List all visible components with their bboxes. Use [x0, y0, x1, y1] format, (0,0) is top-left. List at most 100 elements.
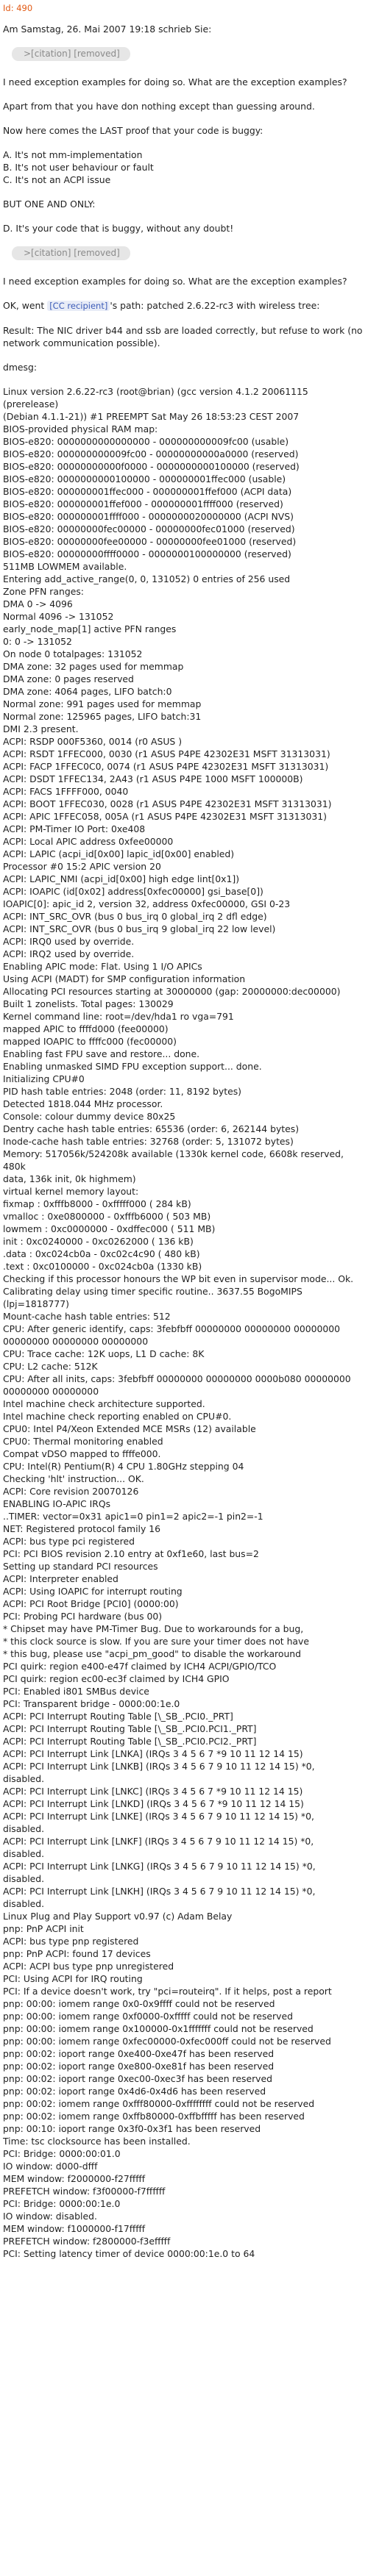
intro-line: Am Samstag, 26. Mai 2007 19:18 schrieb S…: [3, 24, 212, 35]
log-line: Memory: 517056k/524208k available (1330k…: [3, 1148, 347, 1172]
log-line: ACPI: FACP 1FFEC0C0, 0074 (r1 ASUS P4PE …: [3, 761, 329, 772]
log-line: Built 1 zonelists. Total pages: 130029: [3, 998, 174, 1009]
log-line: PCI: Using ACPI for IRQ routing: [3, 1973, 143, 1984]
log-line: ACPI: Core revision 20070126: [3, 1486, 139, 1497]
log-line: pnp: PnP ACPI: found 17 devices: [3, 1948, 151, 1959]
log-line: Detected 1818.044 MHz processor.: [3, 1098, 163, 1109]
log-line: Enabling APIC mode: Flat. Using 1 I/O AP…: [3, 961, 202, 972]
log-line: BIOS-provided physical RAM map:: [3, 423, 158, 434]
log-line: On node 0 totalpages: 131052: [3, 648, 143, 659]
log-line: MEM window: f1000000-f17fffff: [3, 2223, 146, 2234]
log-line: PCI: If a device doesn't work, try "pci=…: [3, 1986, 332, 1997]
log-line: ACPI: PCI Interrupt Link [LNKC] (IRQs 3 …: [3, 1786, 303, 1797]
log-line: pnp: 00:02: ioport range 0xec00-0xec3f h…: [3, 2073, 272, 2084]
log-line: CPU: Intel(R) Pentium(R) 4 CPU 1.80GHz s…: [3, 1461, 244, 1472]
paragraph: I need exception examples for doing so. …: [3, 276, 347, 287]
log-line: IO window: d000-dfff: [3, 2161, 98, 2172]
log-line: ACPI: IRQ2 used by override.: [3, 948, 135, 959]
log-line: Linux Plug and Play Support v0.97 (c) Ad…: [3, 1911, 233, 1922]
log-line: BIOS-e820: 00000000fec00000 - 00000000fe…: [3, 523, 295, 534]
log-line: ACPI: PCI Interrupt Link [LNKB] (IRQs 3 …: [3, 1761, 315, 1772]
log-line: ACPI: PCI Interrupt Routing Table [\_SB_…: [3, 1723, 257, 1734]
log-line: Entering add_active_range(0, 0, 131052) …: [3, 573, 291, 584]
log-line: PCI: Probing PCI hardware (bus 00): [3, 1611, 163, 1622]
log-line: BIOS-e820: 0000000000100000 - 000000001f…: [3, 473, 286, 484]
log-line: .text : 0xc0100000 - 0xc024cb0a (1330 kB…: [3, 1261, 202, 1272]
log-line: IOAPIC[0]: apic_id 2, version 32, addres…: [3, 898, 291, 909]
log-line: Kernel command line: root=/dev/hda1 ro v…: [3, 1011, 234, 1022]
log-line: ACPI: LAPIC_NMI (acpi_id[0x00] high edge…: [3, 873, 240, 884]
log-line: virtual kernel memory layout:: [3, 1186, 139, 1197]
log-line: DMA zone: 32 pages used for memmap: [3, 661, 184, 672]
paragraph: I need exception examples for doing so. …: [3, 76, 347, 87]
paragraph: Now here comes the LAST proof that your …: [3, 125, 263, 136]
log-line: DMA zone: 4064 pages, LIFO batch:0: [3, 686, 172, 697]
log-line: mapped APIC to ffffd000 (fee00000): [3, 1023, 169, 1034]
log-line: ACPI: FACS 1FFFF000, 0040: [3, 786, 129, 797]
log-line: ACPI: PCI Interrupt Routing Table [\_SB_…: [3, 1711, 233, 1722]
log-line: Linux version 2.6.22-rc3 (root@brian) (g…: [3, 386, 311, 409]
log-line: PCI: PCI BIOS revision 2.10 entry at 0xf…: [3, 1548, 259, 1559]
log-line: ACPI: LAPIC (acpi_id[0x00] lapic_id[0x00…: [3, 848, 235, 859]
log-line: PCI: Bridge: 0000:00:1e.0: [3, 2198, 121, 2209]
log-line: ACPI: APIC 1FFEC058, 005A (r1 ASUS P4PE …: [3, 811, 327, 822]
log-line: Console: colour dummy device 80x25: [3, 1111, 176, 1122]
log-line: * Chipset may have PM-Timer Bug. Due to …: [3, 1623, 304, 1634]
log-line: pnp: 00:00: iomem range 0x0-0x9ffff coul…: [3, 1998, 275, 2009]
log-line: CPU0: Intel P4/Xeon Extended MCE MSRs (1…: [3, 1423, 256, 1434]
log-line: Using ACPI (MADT) for SMP configuration …: [3, 973, 246, 984]
log-line: PCI quirk: region ec00-ec3f claimed by I…: [3, 1673, 230, 1684]
log-line: pnp: 00:00: iomem range 0xfec00000-0xfec…: [3, 2036, 331, 2047]
log-line: pnp: 00:02: iomem range 0xffb80000-0xffb…: [3, 2111, 305, 2122]
log-line: pnp: 00:02: iomem range 0xfff80000-0xfff…: [3, 2098, 315, 2109]
log-line: pnp: 00:00: iomem range 0xf0000-0xfffff …: [3, 2011, 293, 2022]
ok-suffix: 's path: patched 2.6.22-rc3 with wireles…: [110, 300, 320, 311]
log-line: Dentry cache hash table entries: 65536 (…: [3, 1123, 300, 1134]
log-line: Time: tsc clocksource has been installed…: [3, 2136, 191, 2147]
log-line: disabled.: [3, 1823, 45, 1834]
log-line: ACPI: PCI Interrupt Link [LNKA] (IRQs 3 …: [3, 1748, 303, 1759]
log-line: Allocating PCI resources starting at 300…: [3, 986, 341, 997]
log-line: pnp: 00:02: ioport range 0x4d6-0x4d6 has…: [3, 2086, 266, 2097]
log-line: ENABLING IO-APIC IRQs: [3, 1498, 111, 1509]
log-line: ACPI: PM-Timer IO Port: 0xe408: [3, 823, 146, 834]
log-line: MEM window: f2000000-f27fffff: [3, 2173, 146, 2184]
log-line: disabled.: [3, 1873, 45, 1884]
log-line: NET: Registered protocol family 16: [3, 1523, 161, 1534]
log-line: 00000000 00000000 00000000: [3, 1336, 149, 1347]
log-line: ACPI: bus type pci registered: [3, 1536, 135, 1547]
log-line: ACPI: PCI Interrupt Link [LNKE] (IRQs 3 …: [3, 1811, 314, 1822]
recipient-mention[interactable]: [CC recipient]: [47, 301, 110, 311]
list-item: A. It's not mm-implementation: [3, 149, 143, 160]
log-line: Processor #0 15:2 APIC version 20: [3, 861, 161, 872]
log-line: pnp: 00:02: ioport range 0xe800-0xe81f h…: [3, 2061, 275, 2072]
log-line: disabled.: [3, 1898, 45, 1909]
log-line: ..TIMER: vector=0x31 apic1=0 pin1=2 apic…: [3, 1511, 263, 1522]
log-line: 00000000 00000000: [3, 1386, 99, 1397]
log-line: ACPI: IRQ0 used by override.: [3, 936, 135, 947]
log-line: Inode-cache hash table entries: 32768 (o…: [3, 1136, 294, 1147]
log-line: Compat vDSO mapped to ffffe000.: [3, 1448, 161, 1459]
list-item: B. It's not user behaviour or fault: [3, 162, 154, 173]
log-line: ACPI: BOOT 1FFEC030, 0028 (r1 ASUS P4PE …: [3, 798, 332, 809]
log-line: BIOS-e820: 00000000000f0000 - 0000000000…: [3, 461, 300, 472]
dmesg-log: Linux version 2.6.22-rc3 (root@brian) (g…: [3, 385, 364, 2260]
log-line: Intel machine check architecture support…: [3, 1398, 205, 1409]
log-line: Normal zone: 125965 pages, LIFO batch:31: [3, 711, 202, 722]
log-line: pnp: 00:10: ioport range 0x3f0-0x3f1 has…: [3, 2123, 261, 2134]
log-line: BIOS-e820: 00000000ffff0000 - 0000000100…: [3, 548, 291, 559]
log-line: early_node_map[1] active PFN ranges: [3, 623, 177, 634]
quoted-citation-removed[interactable]: >[citation] [removed]: [12, 47, 130, 61]
log-line: Enabling fast FPU save and restore... do…: [3, 1048, 200, 1059]
log-line: pnp: PnP ACPI init: [3, 1923, 84, 1934]
log-line: ACPI: bus type pnp registered: [3, 1936, 139, 1947]
log-line: Normal 4096 -> 131052: [3, 611, 114, 622]
dmesg-label: dmesg:: [3, 362, 38, 373]
log-line: (Debian 4.1.1-21)) #1 PREEMPT Sat May 26…: [3, 411, 300, 422]
log-line: data, 136k init, 0k highmem): [3, 1173, 136, 1184]
quoted-citation-removed[interactable]: >[citation] [removed]: [12, 246, 130, 260]
log-line: PCI: Setting latency timer of device 000…: [3, 2248, 255, 2259]
log-line: BIOS-e820: 000000001ffec000 - 000000001f…: [3, 486, 292, 497]
log-line: CPU: Trace cache: 12K uops, L1 D cache: …: [3, 1348, 205, 1359]
log-line: ACPI: PCI Interrupt Link [LNKH] (IRQs 3 …: [3, 1886, 316, 1897]
